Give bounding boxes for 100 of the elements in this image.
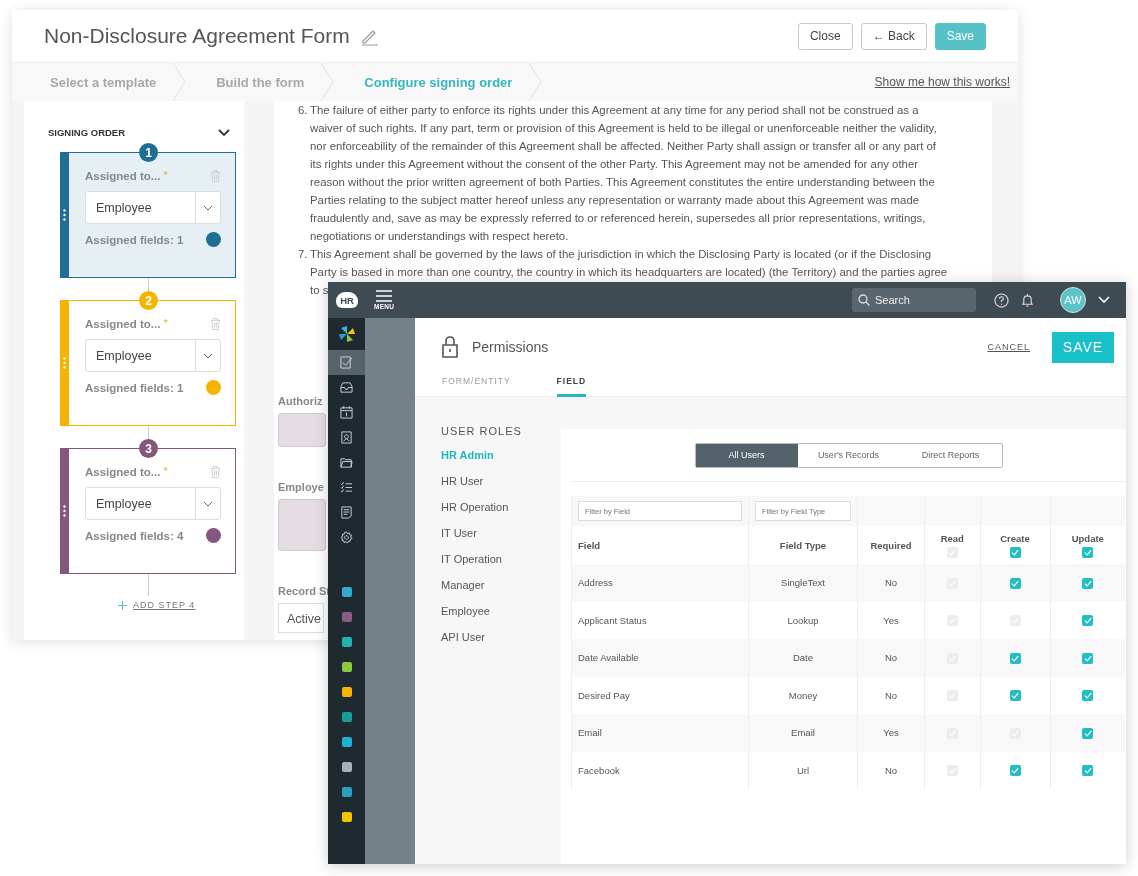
table-cell: Facebook (578, 764, 620, 776)
assignee-select[interactable]: Employee (85, 487, 221, 520)
caret-icon (203, 204, 213, 211)
field-label: Authoriz (278, 395, 323, 407)
list-number: 7. (298, 247, 309, 262)
lock-icon (442, 336, 458, 358)
app-icon[interactable] (341, 812, 352, 822)
table-cell: Money (788, 689, 818, 701)
tasks-icon[interactable] (328, 350, 365, 375)
app-icon[interactable] (341, 712, 352, 722)
table-cell: Yes (883, 727, 899, 739)
column-header: Update (1071, 532, 1104, 544)
table-cell: No (884, 689, 898, 701)
role-item[interactable]: IT Operation (441, 553, 561, 579)
role-item[interactable]: HR User (441, 475, 561, 501)
required-mark: * (163, 465, 168, 477)
pinwheel-logo-icon[interactable] (336, 324, 357, 344)
role-item[interactable]: HR Operation (441, 501, 561, 527)
search-icon (858, 294, 870, 306)
scope-tab[interactable]: User's Records (797, 443, 900, 467)
status-select[interactable]: Active (278, 603, 324, 633)
app-icon[interactable] (341, 787, 352, 797)
checkbox[interactable] (1082, 727, 1094, 739)
column-header: Create (1000, 532, 1030, 544)
table-cell: Yes (883, 614, 899, 626)
field-label: Assigned to... (85, 170, 161, 182)
column-header: Read (940, 532, 964, 544)
role-item[interactable]: IT User (441, 527, 561, 553)
table-cell: SingleText (781, 577, 825, 589)
required-mark: * (163, 169, 168, 181)
list-number: 6. (298, 103, 309, 118)
checkbox[interactable] (1082, 765, 1094, 777)
signature-field[interactable] (278, 499, 326, 551)
table-cell: Desired Pay (578, 689, 630, 701)
plus-icon[interactable] (118, 600, 127, 610)
drag-handle-icon[interactable] (63, 357, 66, 369)
checkbox[interactable] (1009, 765, 1021, 777)
help-icon[interactable] (994, 292, 1009, 308)
role-item[interactable]: Employee (441, 605, 561, 631)
caret-icon (203, 352, 213, 359)
hr-logo[interactable]: HR (336, 292, 358, 308)
table-cell: Applicant Status (578, 614, 647, 626)
assignee-select[interactable]: Employee (85, 339, 221, 372)
trash-icon[interactable] (210, 317, 221, 331)
column-header: Field Type (779, 539, 827, 551)
checkbox[interactable] (1009, 577, 1021, 589)
table-cell: Url (796, 764, 810, 776)
header-button[interactable]: ← Back (860, 22, 927, 50)
chevron-icon[interactable] (218, 128, 230, 137)
checkbox[interactable] (1009, 652, 1021, 664)
add-step-link[interactable]: ADD STEP 4 (133, 600, 196, 610)
app-icon[interactable] (341, 587, 352, 597)
field-label: Assigned to... (85, 466, 161, 478)
app-icon[interactable] (341, 662, 352, 672)
header-button[interactable]: Close (797, 22, 853, 50)
drag-handle-icon[interactable] (63, 505, 66, 517)
help-link[interactable]: Show me how this works! (874, 75, 1010, 89)
caret-icon (203, 500, 213, 507)
required-mark: * (163, 317, 168, 329)
app-icon[interactable] (341, 762, 352, 772)
form-title: Non-Disclosure Agreement Form (44, 24, 350, 48)
drag-handle-icon[interactable] (63, 209, 66, 221)
column-header: Field (578, 539, 601, 551)
cancel-link[interactable]: CANCEL (987, 342, 1030, 352)
table-cell: Lookup (787, 614, 819, 626)
table-cell: No (884, 764, 898, 776)
table-cell: Date Available (578, 652, 639, 664)
section-title: USER ROLES (441, 425, 523, 437)
role-item[interactable]: API User (441, 631, 561, 657)
assigned-count: Assigned fields: 1 (85, 381, 184, 394)
signature-field[interactable] (278, 413, 326, 447)
table-cell: Address (578, 577, 613, 589)
app-icon[interactable] (341, 687, 352, 697)
scope-tab[interactable]: All Users (695, 443, 798, 467)
field-label: Assigned to... (85, 318, 161, 330)
app-icon[interactable] (341, 637, 352, 647)
assigned-count: Assigned fields: 1 (85, 233, 184, 246)
bell-icon[interactable] (1021, 292, 1034, 308)
assignee-select[interactable]: Employee (85, 191, 221, 224)
page-title: Permissions (472, 339, 549, 355)
trash-icon[interactable] (210, 465, 221, 479)
checkbox[interactable] (1082, 690, 1094, 702)
trash-icon[interactable] (210, 169, 221, 183)
table-cell: Email (578, 727, 602, 739)
column-header: Required (870, 539, 912, 551)
checkbox[interactable] (1082, 546, 1094, 558)
table-cell: Email (791, 727, 815, 739)
checkbox[interactable] (1082, 615, 1094, 627)
checkbox[interactable] (1082, 577, 1094, 589)
search-field[interactable]: Search (852, 288, 976, 312)
checkbox[interactable] (1009, 690, 1021, 702)
field-label: Employe (278, 481, 324, 493)
role-item[interactable]: Manager (441, 579, 561, 605)
table-cell: Date (792, 652, 814, 664)
checkbox[interactable] (1082, 652, 1094, 664)
checkbox[interactable] (1009, 546, 1021, 558)
table-cell: No (884, 652, 898, 664)
scope-tab[interactable]: Direct Reports (899, 443, 1002, 467)
app-icon[interactable] (341, 737, 352, 747)
table-cell: No (884, 577, 898, 589)
